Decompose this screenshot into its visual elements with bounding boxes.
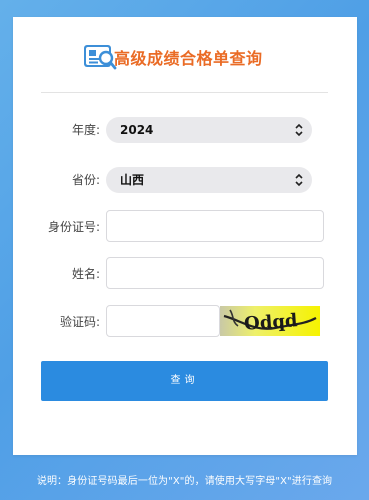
name-label: 姓名: [71,267,100,281]
province-row: 省份: 山西 [13,163,357,197]
province-label: 省份: [71,173,100,187]
instruction-note: 说明：身份证号码最后一位为"X"的，请使用大写字母"X"进行查询 [36,476,333,487]
province-select[interactable]: 山西 [106,167,312,193]
document-search-icon [84,45,117,70]
chevron-up-down-icon [295,123,303,137]
year-select-value: 2024 [120,123,154,137]
query-card: 高级成绩合格单查询 年度: 2024 省份: 山西 身份证号: 姓名: 验证码:… [13,17,357,455]
id-number-row: 身份证号: [13,210,357,244]
captcha-input[interactable] [106,305,220,337]
page-title: 高级成绩合格单查询 [114,49,263,68]
name-input[interactable] [106,257,324,289]
year-label: 年度: [71,123,100,137]
header-divider [41,92,328,93]
chevron-up-down-icon [295,173,303,187]
captcha-label: 验证码: [59,315,100,329]
year-row: 年度: 2024 [13,113,357,147]
header: 高级成绩合格单查询 [13,17,357,99]
province-select-value: 山西 [120,173,145,187]
id-number-label: 身份证号: [47,220,100,234]
captcha-text: Odqd [243,310,298,335]
name-row: 姓名: [13,257,357,291]
captcha-image[interactable]: Odqd [220,306,320,336]
year-select[interactable]: 2024 [106,117,312,143]
query-button[interactable]: 查询 [41,361,328,401]
captcha-row: 验证码: Odqd [13,305,357,339]
id-number-input[interactable] [106,210,324,242]
